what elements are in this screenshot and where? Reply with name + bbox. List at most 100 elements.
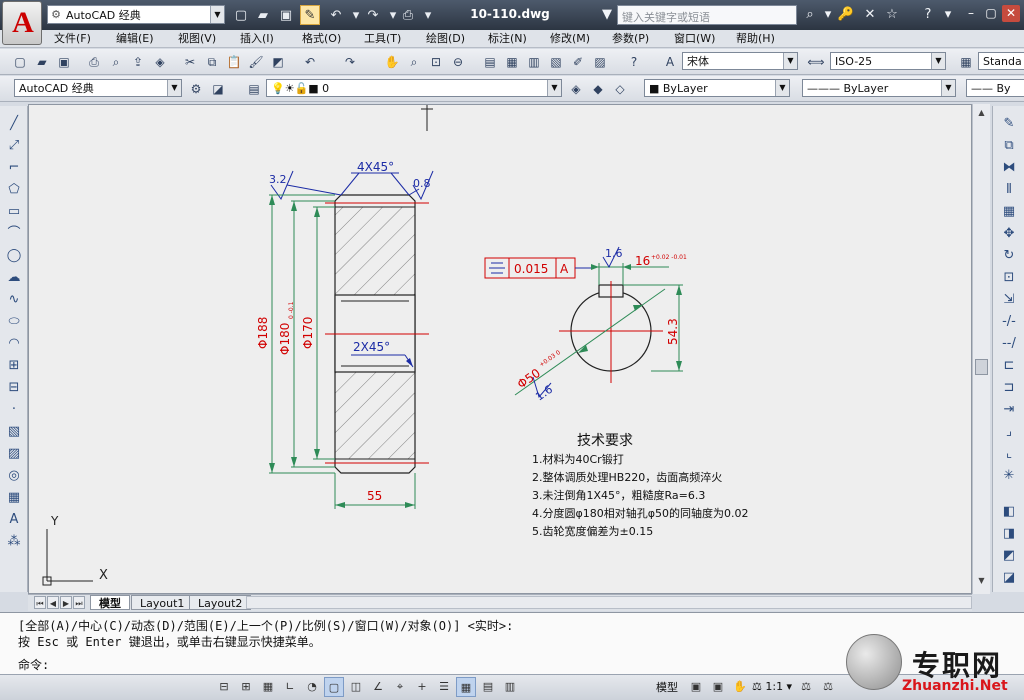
array-icon[interactable]: ▦: [998, 202, 1020, 222]
help-dropdown-icon[interactable]: ▾: [938, 6, 958, 24]
chamfer-icon[interactable]: ⌟: [998, 422, 1020, 442]
plot-preview-icon[interactable]: ⌕: [106, 52, 126, 72]
ellipse-arc-icon[interactable]: ◠: [3, 334, 25, 354]
3d-dwf-icon[interactable]: ◈: [150, 52, 170, 72]
plot-button[interactable]: ✎: [300, 5, 320, 25]
plot-icon[interactable]: ⎙: [84, 52, 104, 72]
undo-icon[interactable]: ↶: [326, 5, 346, 25]
workspace-settings-icon[interactable]: ⚙: [186, 79, 206, 99]
new-icon[interactable]: ▢: [10, 52, 30, 72]
menu-help[interactable]: 帮助(H): [736, 31, 775, 47]
fillet-icon[interactable]: ⌞: [998, 444, 1020, 464]
application-menu-button[interactable]: A: [2, 1, 42, 45]
table-style-combo[interactable]: Standa: [978, 52, 1024, 70]
markup-icon[interactable]: ✐: [568, 52, 588, 72]
annotation-scale[interactable]: ⚖ 1:1 ▾: [752, 680, 792, 693]
calculator-icon[interactable]: ▨: [590, 52, 610, 72]
hatch-icon[interactable]: ▧: [3, 422, 25, 442]
point-icon[interactable]: ·: [3, 400, 25, 420]
cut-icon[interactable]: ✂: [180, 52, 200, 72]
zoom-window-icon[interactable]: ⊡: [426, 52, 446, 72]
pan-status-icon[interactable]: ✋: [730, 677, 750, 697]
trim-icon[interactable]: -/-: [998, 312, 1020, 332]
workspace-save-icon[interactable]: ◪: [208, 79, 228, 99]
open-file-icon[interactable]: ▰: [253, 5, 273, 25]
move-icon[interactable]: ✥: [998, 224, 1020, 244]
zoom-realtime-icon[interactable]: ⌕: [404, 52, 424, 72]
pan-icon[interactable]: ✋: [382, 52, 402, 72]
scroll-down-icon[interactable]: ▼: [975, 576, 988, 589]
chevron-down-icon[interactable]: ▼: [783, 53, 797, 69]
insert-block-icon[interactable]: ⊞: [3, 356, 25, 376]
menu-draw[interactable]: 绘图(D): [426, 31, 465, 47]
break-icon[interactable]: ⊐: [998, 378, 1020, 398]
stretch-icon[interactable]: ⇲: [998, 290, 1020, 310]
title-dropdown-icon[interactable]: ▼: [597, 6, 617, 24]
menu-dimension[interactable]: 标注(N): [488, 31, 527, 47]
layer-states-icon[interactable]: ◇: [610, 79, 630, 99]
first-layout-icon[interactable]: ⏮: [34, 596, 46, 609]
quick-view-drawings-icon[interactable]: ▣: [708, 677, 728, 697]
sheet-set-icon[interactable]: ▧: [546, 52, 566, 72]
maximize-button[interactable]: ▢: [982, 5, 1000, 22]
multiline-text-icon[interactable]: A: [3, 510, 25, 530]
close-button[interactable]: ✕: [1002, 5, 1020, 22]
break-at-point-icon[interactable]: ⊏: [998, 356, 1020, 376]
join-icon[interactable]: ⇥: [998, 400, 1020, 420]
mirror-icon[interactable]: ⧓: [998, 158, 1020, 178]
explode-icon[interactable]: ✳: [998, 466, 1020, 486]
dimension-style-combo[interactable]: ISO-25 ▼: [830, 52, 946, 70]
selection-cycling-icon[interactable]: ▥: [500, 677, 520, 697]
menu-parametric[interactable]: 参数(P): [612, 31, 649, 47]
undo-icon[interactable]: ↶: [300, 52, 320, 72]
infer-constraints-icon[interactable]: ⊟: [214, 677, 234, 697]
dynamic-ucs-icon[interactable]: ⌖: [390, 677, 410, 697]
erase-icon[interactable]: ✎: [998, 114, 1020, 134]
linetype-combo[interactable]: ——— ByLayer ▼: [802, 79, 956, 97]
paste-icon[interactable]: 📋: [224, 52, 244, 72]
send-to-back-icon[interactable]: ◩: [998, 546, 1020, 566]
menu-view[interactable]: 视图(V): [178, 31, 216, 47]
menu-format[interactable]: 格式(O): [302, 31, 341, 47]
design-center-icon[interactable]: ▦: [502, 52, 522, 72]
text-style-combo[interactable]: 宋体 ▼: [682, 52, 798, 70]
lineweight-icon[interactable]: ☰: [434, 677, 454, 697]
redo-icon[interactable]: ↷: [363, 5, 383, 25]
workspace-switcher[interactable]: ⚙ AutoCAD 经典 ▼: [47, 5, 225, 24]
tab-layout2[interactable]: Layout2: [189, 595, 252, 610]
quick-properties-icon[interactable]: ▤: [478, 677, 498, 697]
ellipse-icon[interactable]: ⬭: [3, 312, 25, 332]
gradient-icon[interactable]: ▨: [3, 444, 25, 464]
layer-previous-icon[interactable]: ◆: [588, 79, 608, 99]
prev-layout-icon[interactable]: ◀: [47, 596, 59, 609]
offset-icon[interactable]: ⫴: [998, 180, 1020, 200]
dimension-style-icon[interactable]: ⟺: [806, 52, 826, 72]
3d-object-snap-icon[interactable]: ◫: [346, 677, 366, 697]
line-icon[interactable]: ╱: [3, 114, 25, 134]
bring-above-icon[interactable]: ◪: [998, 568, 1020, 588]
layer-properties-icon[interactable]: ▤: [244, 79, 264, 99]
bring-to-front-icon[interactable]: ◨: [998, 524, 1020, 544]
favorites-star-icon[interactable]: ☆: [882, 6, 902, 24]
tool-palettes-icon[interactable]: ▥: [524, 52, 544, 72]
print-icon[interactable]: ⎙: [398, 5, 418, 25]
help-icon[interactable]: ?: [918, 6, 938, 24]
polyline-icon[interactable]: ⌐: [3, 158, 25, 178]
construction-line-icon[interactable]: ⤢: [3, 136, 25, 156]
revision-cloud-icon[interactable]: ☁: [3, 268, 25, 288]
subscription-center-icon[interactable]: 🔑: [836, 6, 856, 24]
copy-object-icon[interactable]: ⧉: [998, 136, 1020, 156]
menu-insert[interactable]: 插入(I): [240, 31, 274, 47]
save-icon[interactable]: ▣: [54, 52, 74, 72]
chevron-down-icon[interactable]: ▼: [941, 80, 955, 96]
menu-file[interactable]: 文件(F): [54, 31, 91, 47]
copy-icon[interactable]: ⧉: [202, 52, 222, 72]
rectangle-icon[interactable]: ▭: [3, 202, 25, 222]
menu-tools[interactable]: 工具(T): [364, 31, 401, 47]
make-current-layer-icon[interactable]: ◈: [566, 79, 586, 99]
chevron-down-icon[interactable]: ▾: [818, 6, 838, 24]
grid-display-icon[interactable]: ▦: [258, 677, 278, 697]
add-selected-icon[interactable]: ⁂: [3, 532, 25, 552]
chevron-down-icon[interactable]: ▼: [210, 6, 224, 23]
transparency-icon[interactable]: ▦: [456, 677, 476, 697]
